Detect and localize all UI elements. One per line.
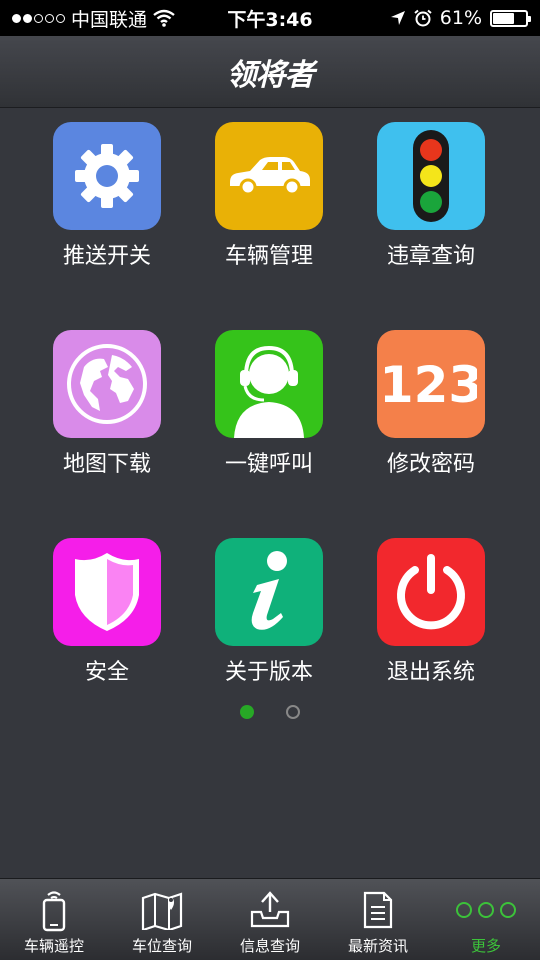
upload-tray-icon (250, 891, 290, 928)
map-location-icon (141, 892, 183, 930)
battery-percent: 61% (439, 7, 482, 29)
tab-label: 信息查询 (239, 937, 300, 955)
app-header: 领将者 (0, 36, 540, 108)
tab-label: 最新资讯 (347, 937, 408, 955)
alarm-clock-icon (414, 9, 432, 27)
tab-label: 更多 (470, 937, 501, 955)
car-icon (230, 157, 310, 196)
tab-info-query[interactable]: 信息查询 (216, 879, 324, 960)
bottom-tab-bar: 车辆遥控 车位查询 信息查询 最新资讯 更多 (0, 878, 540, 960)
tile-one-key-call[interactable]: 一键呼叫 (189, 330, 349, 478)
page-dot-2[interactable] (286, 705, 300, 719)
globe-icon (67, 344, 147, 424)
tile-label: 关于版本 (224, 660, 313, 685)
tile-violation-query[interactable]: 违章查询 (351, 122, 511, 270)
status-bar: 中国联通 下午3:46 61% (0, 0, 540, 36)
tab-label: 车辆遥控 (23, 937, 84, 955)
power-icon (397, 554, 465, 630)
number-123-icon: 123 (385, 356, 477, 412)
tile-map-download[interactable]: 地图下载 (27, 330, 187, 478)
phone-remote-icon (42, 891, 66, 932)
tab-parking-query[interactable]: 车位查询 (108, 879, 216, 960)
tile-label: 修改密码 (386, 452, 475, 477)
info-icon (251, 551, 287, 630)
tile-exit-system[interactable]: 退出系统 (351, 538, 511, 686)
wifi-icon (153, 9, 175, 27)
gear-icon (75, 144, 139, 208)
tile-label: 一键呼叫 (224, 452, 313, 477)
tile-label: 地图下载 (62, 452, 151, 477)
headset-agent-icon (234, 345, 304, 438)
tile-push-toggle[interactable]: 推送开关 (27, 122, 187, 270)
page-indicator (0, 705, 540, 719)
tile-label: 违章查询 (386, 244, 475, 269)
tab-label: 车位查询 (131, 937, 192, 955)
tile-label: 推送开关 (62, 244, 151, 269)
shield-icon (75, 553, 139, 631)
tile-change-password[interactable]: 123 修改密码 (351, 330, 511, 478)
tab-vehicle-remote[interactable]: 车辆遥控 (0, 879, 108, 960)
app-logo: 领将者 (226, 57, 315, 93)
svg-text:123: 123 (385, 356, 477, 412)
location-arrow-icon (390, 11, 405, 25)
tile-about-version[interactable]: 关于版本 (189, 538, 349, 686)
tile-security[interactable]: 安全 (27, 538, 187, 686)
tile-label: 退出系统 (386, 660, 475, 685)
tile-vehicle-management[interactable]: 车辆管理 (189, 122, 349, 270)
document-icon (363, 891, 393, 929)
tile-label: 安全 (84, 660, 129, 685)
traffic-light-icon (413, 130, 449, 222)
battery-icon (490, 9, 531, 27)
tile-label: 车辆管理 (224, 244, 313, 269)
carrier-name: 中国联通 (71, 8, 148, 31)
tab-latest-news[interactable]: 最新资讯 (324, 879, 432, 960)
page-dot-1[interactable] (240, 705, 254, 719)
tab-more[interactable]: 更多 (432, 879, 540, 960)
signal-strength-icon (12, 13, 65, 23)
more-dots-icon (456, 902, 516, 918)
